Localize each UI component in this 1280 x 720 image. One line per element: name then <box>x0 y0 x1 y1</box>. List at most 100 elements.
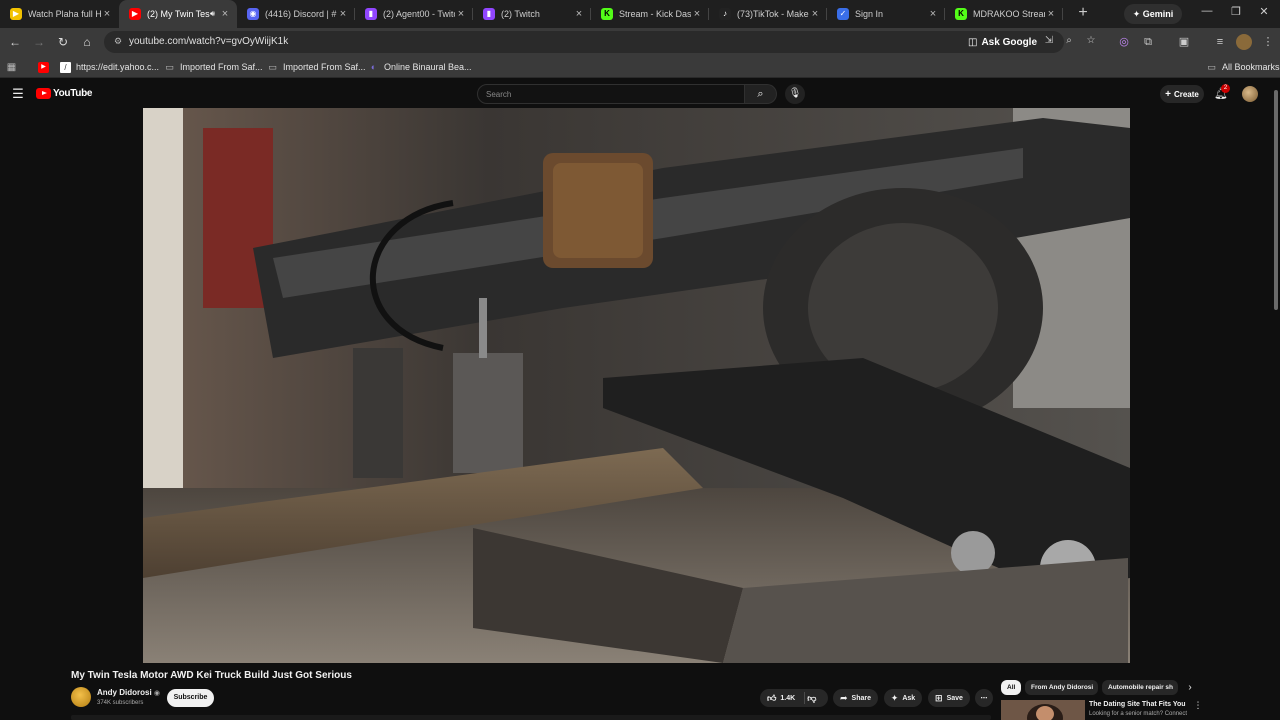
youtube-logo-text: YouTube <box>53 88 93 99</box>
youtube-logo[interactable]: YouTube <box>36 88 93 99</box>
tab-label: (4416) Discord | # <box>265 9 337 19</box>
bookmark-folder-1[interactable]: ▭ Imported From Saf... <box>164 60 262 74</box>
back-icon[interactable]: ← <box>6 33 24 51</box>
chip-from-channel[interactable]: From Andy Didorosi <box>1025 680 1098 695</box>
media-controls-icon[interactable]: ≡ <box>1212 34 1228 50</box>
side-panel-icon[interactable]: ▣ <box>1176 34 1192 50</box>
chevron-right-icon[interactable]: › <box>1184 681 1196 694</box>
browser-tab[interactable]: ▶ Watch Plaha full HD × <box>0 0 119 28</box>
share-button[interactable]: ➦ Share <box>833 689 878 707</box>
navigation-bar: ← → ↻ ⌂ ⚙ youtube.com/watch?v=gvOyWiijK1… <box>0 28 1280 56</box>
tab-favicon-icon: K <box>955 8 967 20</box>
ad-subtitle: Looking for a senior match? Connect <box>1089 711 1188 717</box>
url-text[interactable]: youtube.com/watch?v=gvOyWiijK1k <box>129 36 288 47</box>
folder-icon: ▭ <box>165 61 174 72</box>
bookmark-folder-2[interactable]: ▭ Imported From Saf... <box>267 60 366 74</box>
tab-label: Stream - Kick Dashb <box>619 9 691 19</box>
close-tab-icon[interactable]: × <box>927 8 939 20</box>
scrollbar-thumb[interactable] <box>1274 90 1278 310</box>
home-icon[interactable]: ⌂ <box>78 33 96 51</box>
account-avatar[interactable] <box>1242 86 1258 102</box>
bookmark-label: Imported From Saf... <box>283 62 366 72</box>
chip-all[interactable]: All <box>1001 680 1021 695</box>
all-bookmarks[interactable]: ▭ All Bookmarks <box>1206 60 1279 74</box>
browser-tab[interactable]: ♪ (73)TikTok - Make Y× <box>709 0 827 28</box>
create-button[interactable]: + Create <box>1160 85 1204 103</box>
gemini-label: Gemini <box>1142 9 1174 19</box>
ask-google-label: Ask Google <box>981 36 1038 48</box>
ad-thumbnail[interactable] <box>1001 700 1085 720</box>
more-actions-button[interactable]: ⋯ <box>975 689 993 707</box>
extensions-puzzle-icon[interactable]: ⧉ <box>1140 34 1156 50</box>
address-bar[interactable]: ⚙ youtube.com/watch?v=gvOyWiijK1k ◫ Ask G… <box>104 31 1095 53</box>
notification-count-badge: 2 <box>1221 84 1230 93</box>
browser-tab[interactable]: K Stream - Kick Dashb× <box>591 0 709 28</box>
profile-avatar[interactable] <box>1236 34 1252 50</box>
create-label: Create <box>1173 89 1199 99</box>
like-count[interactable]: 1.4K <box>780 695 795 702</box>
dislike-icon[interactable]: 👎︎ <box>807 693 816 704</box>
restore-icon[interactable]: ❐ <box>1229 5 1243 23</box>
site-info-icon[interactable]: ⚙ <box>112 36 124 48</box>
search-box <box>477 84 745 104</box>
tab-favicon-icon: ▶ <box>129 8 141 20</box>
browser-tab[interactable]: ▮ (2) Agent00 - Twitch × <box>355 0 473 28</box>
channel-name[interactable]: Andy Didorosi ◉ <box>97 688 160 697</box>
ask-google-button[interactable]: ◫ Ask Google <box>968 34 1037 50</box>
ad-title[interactable]: The Dating Site That Fits You <box>1089 701 1186 708</box>
bookmark-binaural[interactable]: ◐ Online Binaural Bea... <box>368 60 472 74</box>
like-dislike-group: 👍︎ 1.4K 👎︎ <box>760 689 828 707</box>
youtube-bookmark[interactable]: ▶ <box>38 60 54 74</box>
gemini-button[interactable]: ✦ Gemini <box>1124 4 1182 24</box>
tab-label: Sign In <box>855 9 884 19</box>
close-tab-icon[interactable]: × <box>573 8 585 20</box>
close-tab-icon[interactable]: × <box>101 8 113 20</box>
save-button[interactable]: ⊞ Save <box>928 689 970 707</box>
extension-icon[interactable]: ◎ <box>1116 34 1132 50</box>
audio-playing-icon[interactable]: 🔊︎ <box>210 9 215 19</box>
chip-automobile-repair[interactable]: Automobile repair sh <box>1102 680 1178 695</box>
close-tab-icon[interactable]: × <box>691 8 703 20</box>
browser-tab[interactable]: ▮ (2) Twitch × <box>473 0 591 28</box>
tab-label: Watch Plaha full HD <box>28 9 101 19</box>
hamburger-menu-icon[interactable]: ☰ <box>11 87 25 101</box>
channel-avatar[interactable] <box>71 687 91 707</box>
ask-button[interactable]: ✦ Ask <box>884 689 922 707</box>
bookmarks-bar: ▦ ▶ / https://edit.yahoo.c... ▭ Imported F… <box>0 56 1280 78</box>
close-tab-icon[interactable]: × <box>337 8 349 20</box>
zoom-icon[interactable]: ⌕ <box>1062 35 1076 49</box>
voice-search-button[interactable]: 🎙︎ <box>785 84 805 104</box>
close-tab-icon[interactable]: × <box>455 8 467 20</box>
search-input[interactable] <box>486 88 736 101</box>
ad-more-icon[interactable]: ⋮ <box>1193 700 1203 712</box>
tab-favicon-icon: ◉ <box>247 8 259 20</box>
close-tab-icon[interactable]: × <box>219 8 231 20</box>
new-tab-icon[interactable]: + <box>1071 2 1095 26</box>
close-tab-icon[interactable]: × <box>809 8 821 20</box>
apps-grid-icon[interactable]: ▦ <box>6 60 22 74</box>
page-scrollbar[interactable] <box>1272 80 1280 720</box>
close-tab-icon[interactable]: × <box>1045 8 1057 20</box>
channel-name-text: Andy Didorosi <box>97 688 152 697</box>
like-icon[interactable]: 👍︎ <box>767 693 776 704</box>
browser-tab[interactable]: ✓ Sign In × <box>827 0 945 28</box>
reload-icon[interactable]: ↻ <box>54 33 72 51</box>
yahoo-icon: / <box>60 61 71 73</box>
browser-tab[interactable]: K MDRAKOO Stream × <box>945 0 1063 28</box>
tab-label: (2) Twitch <box>501 9 540 19</box>
bookmark-star-icon[interactable]: ☆ <box>1084 35 1098 49</box>
forward-icon[interactable]: → <box>30 33 48 51</box>
browser-menu-icon[interactable]: ⋮ <box>1260 34 1276 50</box>
minimize-icon[interactable]: — <box>1200 5 1214 23</box>
install-app-icon[interactable]: ⇲ <box>1042 35 1056 49</box>
tab-favicon-icon: ✓ <box>837 8 849 20</box>
close-window-icon[interactable]: ✕ <box>1257 5 1271 23</box>
browser-tab[interactable]: ▶ (2) My Twin Tesla 🔊︎ × <box>119 0 237 28</box>
video-player[interactable] <box>143 108 1130 663</box>
browser-tab[interactable]: ◉ (4416) Discord | # × <box>237 0 355 28</box>
subscribe-button[interactable]: Subscribe <box>167 689 214 707</box>
tab-favicon-icon: ▶ <box>10 8 22 20</box>
binaural-icon: ◐ <box>370 61 377 72</box>
bookmark-yahoo[interactable]: / https://edit.yahoo.c... <box>60 60 159 74</box>
search-button[interactable]: ⌕ <box>745 84 777 104</box>
